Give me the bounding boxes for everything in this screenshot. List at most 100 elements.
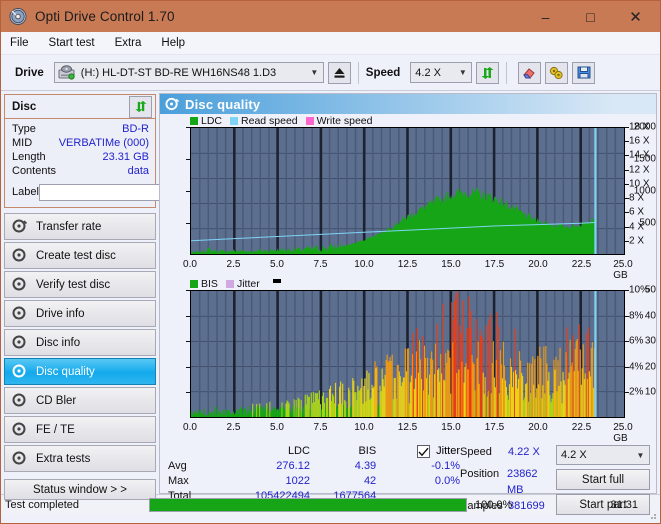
x-tick-label: 12.5 — [397, 422, 418, 433]
save-button[interactable] — [572, 61, 596, 84]
readout-position: Position 23862 MB — [460, 466, 556, 498]
tools-button[interactable] — [545, 61, 569, 84]
menu-file[interactable]: File — [10, 37, 29, 49]
disc-row-mid: MID VERBATIMe (000) — [12, 136, 149, 150]
eraser-button[interactable] — [518, 61, 542, 84]
minimize-button[interactable]: – — [523, 2, 568, 32]
sidebar-item-cd-bler[interactable]: CD Bler — [4, 387, 156, 414]
x-tick-label: 2.5 — [226, 259, 241, 270]
speed-readout-value: 4.22 X — [508, 446, 540, 458]
y2-tick-label: 4% — [629, 361, 644, 373]
y2-tick-mark — [625, 240, 629, 242]
test-speed-value: 4.2 X — [561, 449, 587, 461]
disc-group-header: Disc — [5, 95, 155, 119]
legend-swatch-jitter — [225, 280, 234, 288]
sidebar-item-transfer-rate[interactable]: Transfer rate — [4, 213, 156, 240]
x-tick-label: 15.0 — [441, 259, 461, 270]
sidebar-item-label: CD Bler — [36, 394, 77, 407]
drive-label: Drive — [15, 66, 44, 79]
ldc-chart[interactable]: 2000 1500 1000 500 18 X 16 X 14 X 12 X 10 X8 X6… — [160, 122, 656, 282]
refresh-button[interactable] — [476, 61, 500, 84]
disc-label-label: Label — [12, 186, 39, 198]
y2-tick-label: 2% — [629, 386, 644, 398]
x-tick-label: 25.0 GB — [613, 259, 633, 281]
jitter-toggle[interactable]: Jitter — [376, 444, 460, 459]
menu-bar: File Start test Extra Help — [1, 32, 660, 55]
disc-row-contents: Contents data — [12, 164, 149, 178]
drive-select[interactable]: (H:) HL-DT-ST BD-RE WH16NS48 1.D3 ▼ — [53, 62, 324, 83]
disc-length-label: Length — [12, 151, 46, 163]
x-tick-label: 12.5 — [397, 259, 418, 270]
y2-tick-label: 14 X — [629, 149, 650, 161]
jitter-checkbox[interactable] — [417, 445, 431, 458]
bis-plot-area — [190, 290, 625, 418]
sidebar-item-verify-test-disc[interactable]: Verify test disc — [4, 271, 156, 298]
x-tick-label: 7.5 — [313, 422, 328, 433]
sidebar: Disc Type BD-R MID VERBATIMe (000) Lengt… — [1, 91, 248, 500]
sidebar-item-disc-info[interactable]: Disc info — [4, 329, 156, 356]
close-button[interactable]: ✕ — [613, 2, 658, 32]
bis-chart[interactable]: 50 40 30 20 10 10% 8% 6% 4% 2% 0.0 2.5 5.0 7.5 10.0 1… — [160, 285, 656, 445]
y-tick-mark — [186, 341, 190, 343]
disc-quality-icon — [165, 97, 180, 111]
ldc-plot-area — [190, 127, 625, 255]
disc-type-label: Type — [12, 123, 36, 135]
maximize-button[interactable]: □ — [568, 2, 613, 32]
start-full-button[interactable]: Start full — [556, 469, 650, 490]
refresh-disc-button[interactable] — [129, 95, 152, 118]
x-tick-label: 2.5 — [226, 422, 241, 433]
test-speed-select[interactable]: 4.2 X ▼ — [556, 445, 650, 465]
y2-tick-label: 8% — [629, 310, 644, 322]
sidebar-item-fe-te[interactable]: FE / TE — [4, 416, 156, 443]
y-tick-mark — [186, 159, 190, 160]
menu-extra[interactable]: Extra — [115, 37, 142, 49]
sidebar-item-label: Transfer rate — [36, 220, 102, 233]
sidebar-item-label: Disc info — [36, 336, 81, 349]
toolbar-divider-2 — [506, 61, 508, 84]
x-tick-label: 10.0 — [354, 422, 374, 433]
speed-label: Speed — [365, 66, 401, 79]
chart-legend-bottom: BIS Jitter — [160, 275, 656, 290]
y2-tick-label: 2 X — [629, 235, 645, 247]
sidebar-item-drive-info[interactable]: Drive info — [4, 300, 156, 327]
disc-test-icon — [12, 422, 29, 437]
legend-swatch-ldc — [190, 117, 198, 125]
x-tick-label: 0.0 — [183, 259, 197, 270]
sidebar-item-create-test-disc[interactable]: Create test disc — [4, 242, 156, 269]
disc-quality-panel: Disc quality LDC Read speed Write speed … — [159, 93, 657, 515]
nav-list: Transfer rate Create test disc Verify te… — [4, 213, 156, 472]
legend-swatch-bis — [190, 280, 198, 288]
legend-label-bis: BIS — [201, 278, 218, 290]
y2-tick-mark — [625, 212, 629, 214]
row-label-avg: Avg — [168, 460, 187, 472]
resize-grip[interactable] — [647, 510, 657, 520]
speed-readout-label: Speed — [460, 446, 492, 458]
y2-tick-label: 10% — [629, 284, 650, 296]
y2-tick-mark — [625, 198, 629, 200]
readout-speed: Speed 4.22 X — [460, 444, 556, 460]
chevron-down-icon: ▼ — [310, 68, 319, 77]
disc-mid-value: VERBATIMe (000) — [58, 137, 149, 149]
sidebar-item-disc-quality[interactable]: Disc quality — [4, 358, 156, 385]
status-window-button[interactable]: Status window > > — [4, 479, 156, 500]
jitter-marker-icon — [272, 279, 281, 283]
y-tick-mark — [186, 290, 190, 291]
elapsed-time: 31:31 — [610, 498, 638, 511]
y2-tick-mark — [625, 155, 629, 157]
y2-tick-label: 18 X — [629, 121, 650, 133]
max-bis-value: 42 — [363, 475, 377, 487]
y-tick-mark — [186, 366, 190, 368]
x-tick-label: 20.0 — [528, 259, 548, 270]
speed-select[interactable]: 4.2 X ▼ — [410, 62, 473, 83]
x-tick-label: 10.0 — [354, 259, 374, 270]
menu-start-test[interactable]: Start test — [49, 37, 95, 49]
legend-label-write-speed: Write speed — [316, 115, 373, 127]
y2-tick-label: 6 X — [629, 206, 645, 218]
sidebar-item-extra-tests[interactable]: Extra tests — [4, 445, 156, 472]
x-tick-label: 15.0 — [441, 422, 461, 433]
sidebar-item-label: Create test disc — [36, 249, 116, 262]
disc-mid-label: MID — [12, 137, 33, 149]
eject-button[interactable] — [327, 61, 351, 84]
content-area: Disc quality LDC Read speed Write speed … — [159, 91, 660, 515]
menu-help[interactable]: Help — [161, 37, 185, 49]
